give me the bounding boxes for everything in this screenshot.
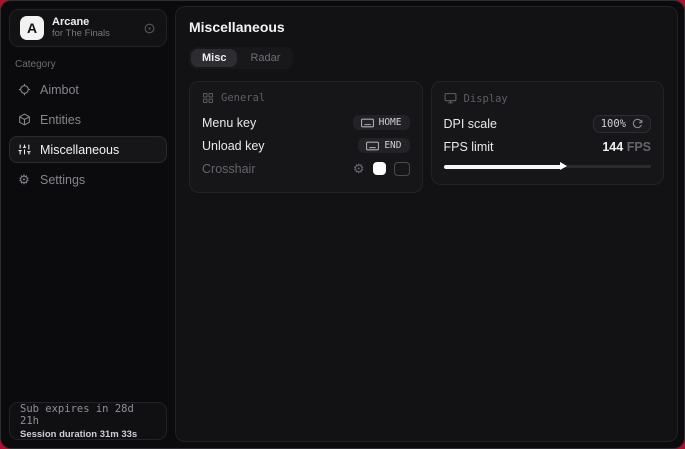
app-logo: A xyxy=(20,16,44,40)
cube-icon xyxy=(17,113,31,126)
general-card-header: General xyxy=(202,92,410,104)
crosshair-row: Crosshair ⚙ xyxy=(202,157,410,180)
sidebar-item-label: Settings xyxy=(40,173,85,187)
keyboard-icon xyxy=(366,141,379,151)
app-title: Arcane xyxy=(52,16,135,29)
crosshair-color-swatch[interactable] xyxy=(373,162,386,175)
session-duration-text: Session duration 31m 33s xyxy=(20,429,156,440)
fps-limit-row: FPS limit 144 FPS xyxy=(444,135,652,158)
app-subtitle: for The Finals xyxy=(52,29,135,40)
reset-icon[interactable] xyxy=(632,118,643,129)
dpi-scale-select[interactable]: 100% xyxy=(593,115,651,133)
menu-key-row: Menu key HOME xyxy=(202,111,410,134)
display-card: Display DPI scale 100% xyxy=(431,81,665,185)
crosshair-icon xyxy=(17,83,31,96)
fps-limit-label: FPS limit xyxy=(444,140,494,154)
category-label: Category xyxy=(15,59,175,70)
crosshair-controls: ⚙ xyxy=(353,162,410,176)
menu-key-value: HOME xyxy=(379,117,402,128)
slider-thumb[interactable] xyxy=(560,162,567,170)
main-panel: Miscellaneous Misc Radar General xyxy=(175,6,678,442)
sidebar-item-entities[interactable]: Entities xyxy=(9,106,167,133)
tab-bar: Misc Radar xyxy=(189,47,293,69)
gear-icon[interactable]: ⚙ xyxy=(353,162,365,175)
grid-icon xyxy=(202,92,214,104)
dpi-scale-label: DPI scale xyxy=(444,117,498,131)
cards-row: General Menu key HOME Unload key xyxy=(189,81,664,193)
sidebar-item-aimbot[interactable]: Aimbot xyxy=(9,76,167,103)
tab-misc[interactable]: Misc xyxy=(191,49,237,67)
menu-key-label: Menu key xyxy=(202,116,256,130)
fps-limit-slider[interactable] xyxy=(444,162,652,172)
sidebar-item-miscellaneous[interactable]: Miscellaneous xyxy=(9,136,167,163)
sidebar: A Arcane for The Finals Category xyxy=(1,1,175,448)
sliders-icon xyxy=(17,143,31,156)
target-icon[interactable] xyxy=(143,22,156,35)
dpi-scale-row: DPI scale 100% xyxy=(444,112,652,135)
logo-text: Arcane for The Finals xyxy=(52,16,135,40)
unload-key-label: Unload key xyxy=(202,139,265,153)
general-card-title: General xyxy=(221,92,265,104)
general-card: General Menu key HOME Unload key xyxy=(189,81,423,193)
app-window: A Arcane for The Finals Category xyxy=(0,0,685,449)
unload-key-value: END xyxy=(384,140,401,151)
page-title: Miscellaneous xyxy=(189,19,664,35)
fps-unit: FPS xyxy=(627,140,651,154)
gear-icon: ⚙ xyxy=(17,173,31,186)
unload-key-row: Unload key END xyxy=(202,134,410,157)
sub-expiry-text: Sub expires in 28d 21h xyxy=(20,403,156,427)
unload-key-binding[interactable]: END xyxy=(358,138,409,153)
logo-card: A Arcane for The Finals xyxy=(9,9,167,47)
tab-radar[interactable]: Radar xyxy=(239,49,291,67)
keyboard-icon xyxy=(361,118,374,128)
display-card-title: Display xyxy=(464,93,508,105)
crosshair-label: Crosshair xyxy=(202,162,256,176)
sidebar-item-label: Entities xyxy=(40,113,81,127)
monitor-icon xyxy=(444,92,457,105)
crosshair-checkbox[interactable] xyxy=(394,162,410,176)
fps-limit-value: 144 FPS xyxy=(602,140,651,154)
display-card-header: Display xyxy=(444,92,652,105)
sidebar-item-label: Aimbot xyxy=(40,83,79,97)
sidebar-item-label: Miscellaneous xyxy=(40,143,119,157)
menu-key-binding[interactable]: HOME xyxy=(353,115,410,130)
subscription-card: Sub expires in 28d 21h Session duration … xyxy=(9,402,167,440)
category-nav: Aimbot Entities xyxy=(1,76,175,193)
dpi-scale-value: 100% xyxy=(601,118,626,130)
fps-slider-fill xyxy=(444,165,562,169)
sidebar-item-settings[interactable]: ⚙ Settings xyxy=(9,166,167,193)
